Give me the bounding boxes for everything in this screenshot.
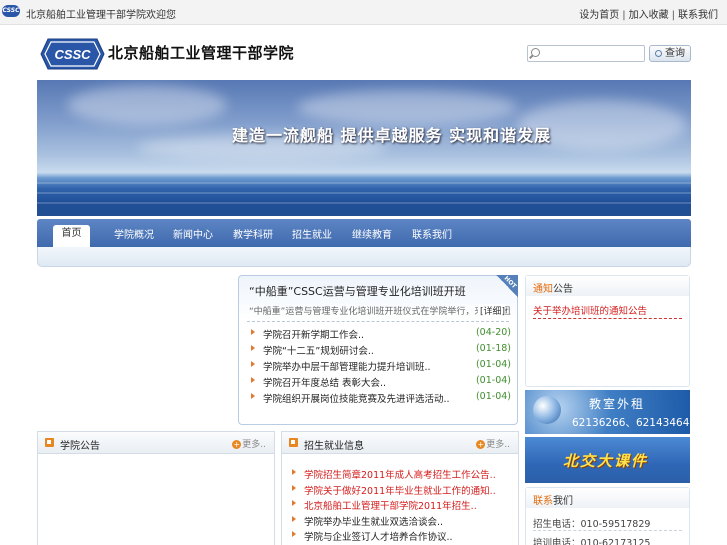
nav-admissions[interactable]: 招生就业 (292, 226, 332, 241)
list-item[interactable]: 学院与企业签订人才培养合作协议.. (290, 528, 510, 544)
search-box[interactable] (527, 45, 645, 62)
notice-title: 通知公告 (526, 276, 689, 296)
news-summary: “中船重”运营与管理专业化培训班开班仪式在学院举行，来自集团所属各单位的学员参加… (249, 307, 511, 317)
contact-us-link[interactable]: 联系我们 (678, 10, 718, 21)
hot-badge: HOT (496, 275, 518, 297)
search-button[interactable]: 查询 (649, 45, 691, 62)
top-bar: CSSC 北京船舶工业管理干部学院欢迎您 设为首页 | 加入收藏 | 联系我们 (0, 0, 727, 25)
bullet-arrow-icon (251, 377, 255, 383)
list-item[interactable]: 北京船舶工业管理干部学院2011年招生.. (290, 497, 510, 513)
list-item[interactable]: 学院招生简章2011年成人高考招生工作公告.. (290, 466, 510, 482)
rental-title: 教室外租 (589, 397, 646, 411)
search-icon (531, 48, 540, 57)
panel-title: 招生就业信息 (304, 441, 364, 452)
list-item[interactable]: 学院举办毕业生就业双选洽谈会.. (290, 513, 510, 529)
list-item[interactable]: 学院组织开展岗位技能竞赛及先进评选活动.. (01-04) (249, 390, 511, 406)
plus-icon: + (232, 440, 242, 449)
nav-teaching[interactable]: 教学科研 (233, 226, 273, 241)
bullet-arrow-icon (292, 515, 296, 522)
top-links: 设为首页 | 加入收藏 | 联系我们 (579, 10, 718, 21)
more-link[interactable]: + 更多.. (232, 437, 266, 450)
bullet-arrow-icon (292, 531, 296, 537)
nav-subbar (37, 247, 691, 267)
courseware-ad[interactable]: 北交大课件 (525, 437, 690, 483)
welcome-text: 北京船舶工业管理干部学院欢迎您 (26, 10, 176, 21)
cssc-mini-logo: CSSC (2, 5, 20, 17)
news-detail-link[interactable]: [详细] (477, 304, 505, 317)
nav-contact[interactable]: 联系我们 (412, 226, 452, 241)
plus-icon: + (476, 440, 486, 449)
banner-slogan: 建造一流舰船 提供卓越服务 实现和谐发展 (232, 126, 552, 145)
bullet-arrow-icon (251, 345, 255, 351)
notice-box: 通知公告 关于举办培训班的通知公告 (525, 275, 690, 387)
bullet-arrow-icon (292, 500, 296, 506)
list-item[interactable]: 学院召开新学期工作会.. (04-20) (249, 326, 511, 342)
college-notice-panel: 学院公告 + 更多.. (37, 431, 275, 545)
more-link[interactable]: + 更多.. (476, 437, 510, 450)
cssc-logo-icon[interactable]: CSSC (40, 38, 105, 70)
bullet-arrow-icon (251, 361, 255, 367)
courseware-title: 北交大课件 (563, 452, 649, 470)
bullet-arrow-icon (251, 329, 255, 335)
bullet-arrow-icon (292, 484, 296, 491)
admissions-list: 学院招生简章2011年成人高考招生工作公告.. 学院关于做好2011年毕业生就业… (290, 466, 510, 544)
list-item[interactable]: 学院举办中层干部管理能力提升培训班.. (01-04) (249, 358, 511, 374)
header: CSSC 北京船舶工业管理干部学院 查询 (0, 25, 727, 80)
panel-icon (45, 438, 54, 447)
globe-icon (533, 396, 561, 424)
contact-title: 联系我们 (526, 488, 689, 508)
contact-box: 联系我们 招生电话：010-59517829 培训电话：010-62173125 (525, 487, 690, 545)
logo-text: CSSC (54, 47, 91, 62)
admissions-panel: 招生就业信息 + 更多.. 学院招生简章2011年成人高考招生工作公告.. 学院关… (281, 431, 519, 545)
news-box: HOT “中船重”CSSC运营与管理专业化培训班开班 “中船重”运营与管理专业化… (238, 275, 518, 425)
nav-continuing-ed[interactable]: 继续教育 (352, 226, 392, 241)
search-button-icon (655, 50, 662, 57)
set-homepage-link[interactable]: 设为首页 (579, 10, 619, 21)
admission-phone: 招生电话：010-59517829 (533, 519, 651, 530)
list-item[interactable]: 学院“十二五”规划研讨会.. (01-18) (249, 342, 511, 358)
panel-title: 学院公告 (60, 441, 100, 452)
notice-link[interactable]: 关于举办培训班的通知公告 (533, 303, 647, 317)
banner: 建造一流舰船 提供卓越服务 实现和谐发展 (37, 80, 691, 216)
add-favorite-link[interactable]: 加入收藏 (629, 10, 669, 21)
bullet-arrow-icon (292, 469, 296, 475)
search-button-label: 查询 (665, 48, 685, 59)
nav-about[interactable]: 学院概况 (114, 226, 154, 241)
main-nav: 首页 学院概况 新闻中心 教学科研 招生就业 继续教育 联系我们 (37, 219, 691, 247)
panel-header: 招生就业信息 + 更多.. (282, 432, 518, 454)
college-name: 北京船舶工业管理干部学院 (108, 44, 295, 62)
list-item[interactable]: 学院关于做好2011年毕业生就业工作的通知.. (290, 482, 510, 498)
training-phone: 培训电话：010-62173125 (533, 538, 651, 545)
classroom-rental-ad[interactable]: 教室外租 62136266、62143464 (525, 390, 690, 434)
panel-icon (289, 438, 298, 447)
search-input[interactable] (542, 46, 642, 61)
rental-phone: 62136266、62143464 (572, 417, 690, 429)
panel-header: 学院公告 + 更多.. (38, 432, 274, 454)
bullet-arrow-icon (251, 393, 255, 399)
news-headline[interactable]: “中船重”CSSC运营与管理专业化培训班开班 (249, 283, 466, 299)
news-list: 学院召开新学期工作会.. (04-20) 学院“十二五”规划研讨会.. (01-18… (249, 326, 511, 406)
list-item[interactable]: 学院召开年度总结 表彰大会.. (01-04) (249, 374, 511, 390)
nav-home[interactable]: 首页 (53, 225, 90, 247)
nav-news[interactable]: 新闻中心 (173, 226, 213, 241)
